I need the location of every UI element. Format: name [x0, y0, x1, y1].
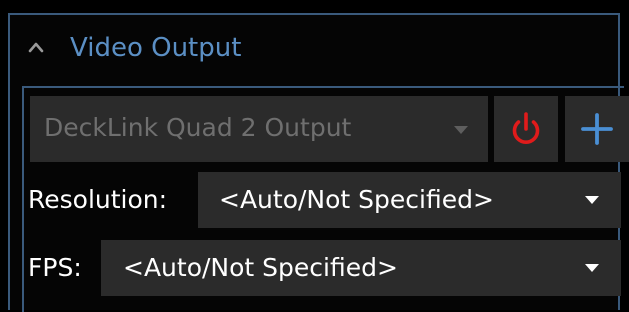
fps-label: FPS:: [28, 253, 82, 282]
panel-title: Video Output: [70, 33, 242, 63]
output-device-value: DeckLink Quad 2 Output: [44, 113, 352, 142]
panel-content: DeckLink Quad 2 Output Resolution: <Auto…: [22, 86, 629, 312]
power-icon: [512, 112, 540, 145]
plus-icon: [581, 113, 613, 145]
dropdown-arrow-icon: [585, 196, 599, 204]
video-output-panel: Video Output DeckLink Quad 2 Output Reso…: [8, 13, 629, 312]
dropdown-arrow-icon: [585, 264, 599, 272]
chevron-up-icon[interactable]: [28, 41, 44, 53]
dropdown-arrow-icon: [454, 126, 468, 134]
add-output-button[interactable]: [565, 96, 629, 162]
panel-header[interactable]: Video Output: [10, 15, 618, 81]
resolution-label: Resolution:: [28, 185, 168, 214]
fps-dropdown[interactable]: <Auto/Not Specified>: [101, 240, 621, 296]
fps-value: <Auto/Not Specified>: [123, 253, 398, 282]
resolution-dropdown[interactable]: <Auto/Not Specified>: [198, 172, 621, 228]
output-device-select[interactable]: DeckLink Quad 2 Output: [30, 96, 488, 162]
power-button[interactable]: [494, 96, 558, 162]
resolution-value: <Auto/Not Specified>: [219, 185, 494, 214]
